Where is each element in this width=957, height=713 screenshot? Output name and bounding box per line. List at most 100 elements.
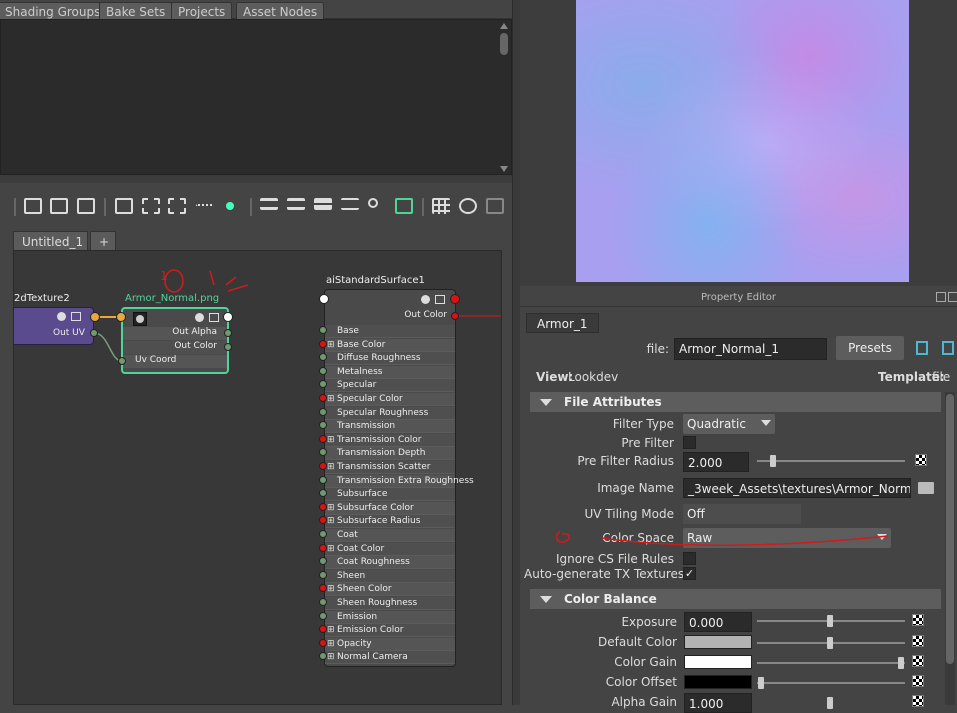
slider-thumb[interactable] bbox=[898, 657, 904, 669]
surface-out-color-port[interactable] bbox=[451, 312, 459, 320]
surface-attr-row[interactable]: Coat Roughness bbox=[325, 556, 455, 570]
surface-attr-row[interactable]: ⊞ Opacity bbox=[325, 637, 455, 651]
surface-attr-port[interactable] bbox=[319, 407, 327, 416]
surface-attr-port[interactable] bbox=[319, 475, 327, 484]
float-window-icon[interactable] bbox=[936, 292, 946, 302]
tab-asset-nodes[interactable]: Asset Nodes bbox=[236, 2, 325, 19]
expand-icon[interactable]: ⊞ bbox=[327, 461, 335, 474]
tab-bake-sets[interactable]: Bake Sets bbox=[99, 2, 173, 19]
custom-mode-icon[interactable] bbox=[341, 198, 359, 214]
out-color-port[interactable] bbox=[224, 343, 232, 351]
surface-attr-port[interactable] bbox=[319, 434, 327, 443]
surface-attr-row[interactable]: ⊞ Transmission Color bbox=[325, 433, 455, 447]
surface-attr-port[interactable] bbox=[319, 462, 327, 470]
input-output-connections-icon[interactable] bbox=[50, 198, 68, 214]
map-texture-icon[interactable] bbox=[915, 454, 927, 466]
top-scrollbar[interactable] bbox=[497, 21, 511, 174]
surface-attr-row[interactable]: Diffuse Roughness bbox=[325, 352, 455, 366]
node-graph[interactable]: 1 2dTexture2 Out UV Armor_Normal.png Out… bbox=[13, 250, 502, 705]
full-mode-icon[interactable] bbox=[314, 198, 332, 214]
surface-attr-row[interactable]: ⊞ Transmission Scatter bbox=[325, 461, 455, 474]
auto-tx-checkbox[interactable]: ✓ bbox=[683, 567, 696, 580]
layout-icon[interactable] bbox=[71, 312, 81, 321]
scroll-thumb[interactable] bbox=[946, 394, 954, 664]
close-panel-icon[interactable] bbox=[948, 292, 957, 302]
snap-grid-icon[interactable] bbox=[459, 198, 477, 214]
expand-icon[interactable]: ⊞ bbox=[327, 393, 335, 406]
graph-network-icon[interactable] bbox=[142, 198, 160, 214]
section-color-balance[interactable]: Color Balance bbox=[530, 589, 941, 609]
surface-attr-port[interactable] bbox=[319, 611, 327, 620]
tab-untitled-1[interactable]: Untitled_1 bbox=[13, 231, 88, 250]
color-offset-swatch[interactable] bbox=[684, 675, 752, 689]
toggle-pin-icon[interactable] bbox=[222, 198, 240, 214]
tab-armor-normal[interactable]: Armor_1 bbox=[526, 313, 599, 333]
grid-icon[interactable] bbox=[432, 198, 450, 214]
surface-attr-row[interactable]: ⊞ Subsurface Color bbox=[325, 501, 455, 515]
folder-icon[interactable] bbox=[918, 482, 934, 494]
surface-input-port[interactable] bbox=[319, 294, 329, 304]
tab-shading-groups[interactable]: Shading Groups bbox=[0, 2, 108, 19]
expand-icon[interactable]: ⊞ bbox=[327, 583, 335, 596]
expand-icon[interactable]: ⊞ bbox=[327, 339, 335, 352]
out-alpha-port[interactable] bbox=[224, 329, 232, 337]
pre-filter-checkbox[interactable] bbox=[683, 436, 696, 449]
surface-attr-row[interactable]: ⊞ Coat Color bbox=[325, 542, 455, 556]
slider-thumb[interactable] bbox=[827, 637, 833, 649]
slider-thumb[interactable] bbox=[827, 697, 833, 709]
surface-attr-row[interactable]: Base bbox=[325, 325, 455, 338]
surface-attr-row[interactable]: ⊞ Subsurface Radius bbox=[325, 515, 455, 529]
scroll-thumb[interactable] bbox=[500, 33, 508, 55]
swatch-icon[interactable] bbox=[395, 198, 413, 214]
graph-upstream-icon[interactable] bbox=[196, 198, 214, 214]
connected-mode-icon[interactable] bbox=[287, 198, 305, 214]
surface-attr-port[interactable] bbox=[319, 530, 327, 538]
frame-selected-icon[interactable] bbox=[115, 198, 133, 214]
surface-attr-row[interactable]: ⊞ Base Color bbox=[325, 338, 455, 352]
file-node-name-field[interactable]: Armor_Normal_1 bbox=[674, 338, 827, 360]
surface-attr-row[interactable]: Emission bbox=[325, 610, 455, 624]
surface-attr-row[interactable]: Sheen Roughness bbox=[325, 597, 455, 610]
rearrange-graph-icon[interactable] bbox=[168, 198, 186, 214]
presets-button[interactable]: Presets bbox=[836, 336, 904, 360]
surface-attr-row[interactable]: ⊞ Emission Color bbox=[325, 624, 455, 638]
place2d-node[interactable]: Out UV bbox=[14, 307, 94, 345]
template-value[interactable]: file bbox=[932, 370, 950, 384]
surface-attr-row[interactable]: Transmission bbox=[325, 420, 455, 434]
surface-attr-port[interactable] bbox=[319, 394, 327, 402]
layout-icon[interactable] bbox=[435, 295, 445, 304]
slider-thumb[interactable] bbox=[770, 455, 776, 467]
property-editor-scrollbar[interactable] bbox=[945, 392, 955, 705]
view-value[interactable]: Lookdev bbox=[568, 370, 618, 384]
panel-divider-vertical[interactable] bbox=[512, 0, 520, 705]
surface-attr-port[interactable] bbox=[319, 326, 327, 334]
expand-icon[interactable]: ⊞ bbox=[327, 543, 335, 556]
panel-divider[interactable] bbox=[0, 175, 512, 183]
tab-projects[interactable]: Projects bbox=[171, 2, 233, 19]
color-gain-slider[interactable] bbox=[757, 662, 905, 664]
slider-thumb[interactable] bbox=[827, 615, 833, 627]
surface-attr-row[interactable]: Metalness bbox=[325, 365, 455, 379]
add-tab-button[interactable]: + bbox=[90, 231, 116, 250]
surface-output-port[interactable] bbox=[450, 294, 460, 304]
filter-type-dropdown[interactable]: Quadratic bbox=[683, 414, 775, 434]
section-file-attributes[interactable]: File Attributes bbox=[530, 392, 941, 412]
swatch-toggle-icon[interactable] bbox=[195, 313, 204, 322]
search-icon[interactable] bbox=[368, 198, 386, 214]
surface-attr-port[interactable] bbox=[319, 366, 327, 375]
pre-filter-radius-slider[interactable] bbox=[757, 460, 905, 462]
file-output-port[interactable] bbox=[223, 312, 233, 322]
surface-attr-row[interactable]: ⊞ Normal Camera bbox=[325, 651, 455, 665]
expand-icon[interactable]: ⊞ bbox=[327, 434, 335, 447]
surface-attr-port[interactable] bbox=[319, 543, 327, 552]
exposure-field[interactable]: 0.000 bbox=[684, 612, 752, 632]
surface-attr-row[interactable]: ⊞ Specular Color bbox=[325, 393, 455, 406]
surface-attr-port[interactable] bbox=[319, 598, 327, 606]
swatch-toggle-icon[interactable] bbox=[421, 295, 430, 304]
expand-icon[interactable]: ⊞ bbox=[327, 638, 335, 651]
slider-thumb[interactable] bbox=[758, 677, 764, 689]
scroll-down-icon[interactable] bbox=[500, 166, 508, 172]
map-texture-icon[interactable] bbox=[912, 675, 924, 687]
alpha-gain-field[interactable]: 1.000 bbox=[684, 693, 752, 713]
color-gain-swatch[interactable] bbox=[684, 655, 752, 669]
